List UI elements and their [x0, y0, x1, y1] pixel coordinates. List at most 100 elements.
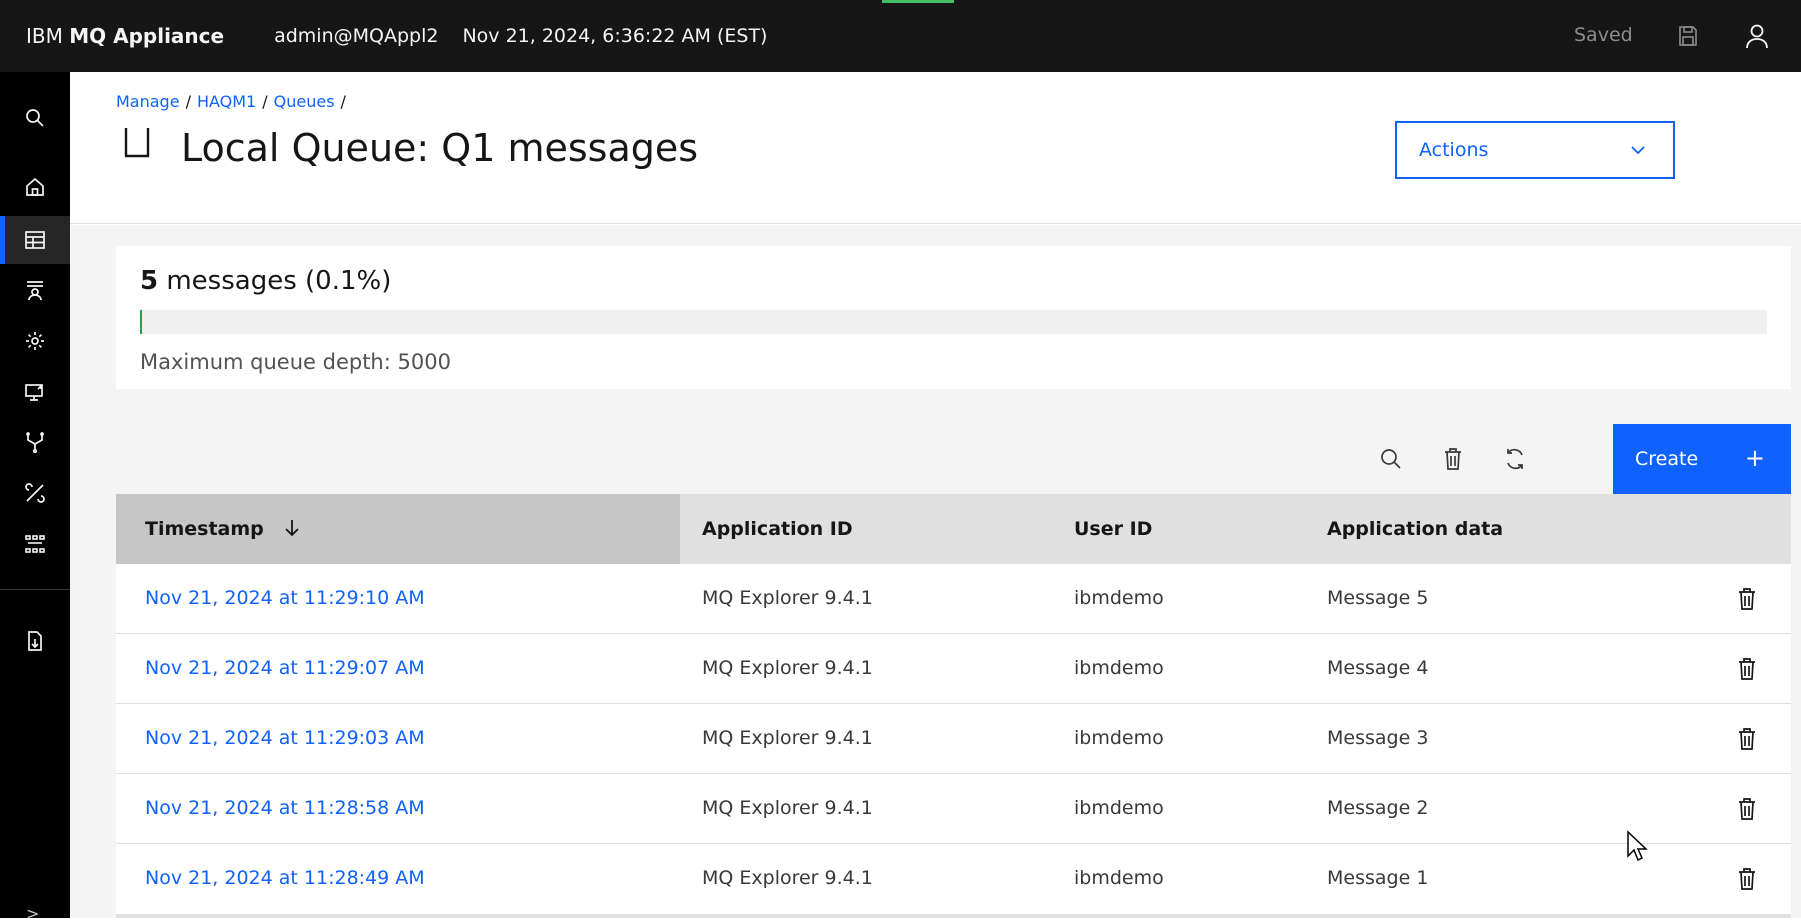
breadcrumb-haqm1[interactable]: HAQM1 — [197, 92, 256, 111]
table-header: Timestamp Application ID User ID Applica… — [116, 494, 1791, 564]
application-id-cell: MQ Explorer 9.4.1 — [702, 657, 873, 679]
user-id-cell: ibmdemo — [1074, 797, 1164, 819]
column-header-application-id[interactable]: Application ID — [702, 518, 853, 540]
dataflow-icon — [25, 535, 45, 553]
delete-message-icon[interactable] — [1735, 796, 1759, 822]
nav-expand-icon[interactable]: > — [26, 904, 39, 923]
application-data-cell: Message 3 — [1327, 727, 1429, 749]
nav-search[interactable] — [0, 94, 70, 142]
horizontal-scrollbar[interactable] — [116, 914, 1791, 918]
brand-prefix: IBM — [26, 24, 70, 48]
arrow-down-icon — [285, 520, 300, 537]
breadcrumb-manage[interactable]: Manage — [116, 92, 180, 111]
top-bar: IBM MQ Appliance admin@MQAppl2 Nov 21, 2… — [0, 0, 1801, 72]
table-row: Nov 21, 2024 at 11:28:49 AM MQ Explorer 9… — [116, 844, 1791, 914]
save-status: Saved — [1574, 24, 1633, 46]
column-header-user-id[interactable]: User ID — [1074, 518, 1152, 540]
appliance-datetime: Nov 21, 2024, 6:36:22 AM (EST) — [462, 25, 768, 47]
breadcrumb-queues[interactable]: Queues — [274, 92, 335, 111]
table-body: Nov 21, 2024 at 11:29:10 AM MQ Explorer 9… — [116, 564, 1791, 914]
application-id-cell: MQ Explorer 9.4.1 — [702, 797, 873, 819]
create-button[interactable]: Create + — [1613, 424, 1791, 494]
user-avatar-icon[interactable] — [1743, 22, 1771, 50]
actions-label: Actions — [1419, 139, 1489, 161]
nav-network[interactable] — [0, 418, 70, 466]
top-accent-bar — [882, 0, 954, 3]
message-count-suffix: messages (0.1%) — [158, 266, 392, 296]
application-id-cell: MQ Explorer 9.4.1 — [702, 867, 873, 889]
breadcrumb-separator: / — [262, 92, 268, 111]
table-row: Nov 21, 2024 at 11:29:10 AM MQ Explorer 9… — [116, 564, 1791, 634]
nav-queue-managers[interactable] — [0, 266, 70, 314]
application-data-cell: Message 4 — [1327, 657, 1429, 679]
page-title: Local Queue: Q1 messages — [181, 126, 699, 170]
nav-manage[interactable] — [0, 216, 70, 264]
application-id-cell: MQ Explorer 9.4.1 — [702, 587, 873, 609]
breadcrumb-separator: / — [185, 92, 191, 111]
user-id-cell: ibmdemo — [1074, 587, 1164, 609]
logged-in-user: admin@MQAppl2 — [274, 25, 439, 47]
timestamp-link[interactable]: Nov 21, 2024 at 11:29:03 AM — [145, 727, 425, 749]
app-brand[interactable]: IBM MQ Appliance — [26, 24, 224, 48]
queue-manager-icon — [27, 281, 43, 301]
column-header-application-data[interactable]: Application data — [1327, 518, 1503, 540]
timestamp-link[interactable]: Nov 21, 2024 at 11:29:10 AM — [145, 587, 425, 609]
delete-message-icon[interactable] — [1735, 586, 1759, 612]
application-data-cell: Message 1 — [1327, 867, 1429, 889]
actions-dropdown[interactable]: Actions — [1395, 121, 1675, 179]
delete-message-icon[interactable] — [1735, 866, 1759, 892]
user-id-cell: ibmdemo — [1074, 657, 1164, 679]
chevron-down-icon — [1631, 146, 1645, 155]
messages-table: Timestamp Application ID User ID Applica… — [116, 494, 1791, 914]
table-toolbar: Create + — [116, 424, 1791, 494]
queue-depth-bar — [140, 310, 1767, 334]
nav-tools[interactable] — [0, 469, 70, 517]
delete-message-icon[interactable] — [1735, 726, 1759, 752]
side-nav: > — [0, 72, 70, 923]
network-icon — [26, 432, 44, 453]
breadcrumb: Manage / HAQM1 / Queues / — [116, 92, 352, 111]
search-icon[interactable] — [1378, 446, 1404, 472]
create-label: Create — [1635, 448, 1699, 470]
message-count: 5 messages (0.1%) — [140, 266, 391, 296]
table-row: Nov 21, 2024 at 11:29:03 AM MQ Explorer 9… — [116, 704, 1791, 774]
timestamp-link[interactable]: Nov 21, 2024 at 11:29:07 AM — [145, 657, 425, 679]
nav-home[interactable] — [0, 163, 70, 211]
application-data-cell: Message 2 — [1327, 797, 1429, 819]
application-id-cell: MQ Explorer 9.4.1 — [702, 727, 873, 749]
search-icon — [26, 109, 44, 127]
column-header-timestamp-label: Timestamp — [145, 518, 264, 540]
nav-settings[interactable] — [0, 317, 70, 365]
table-icon — [25, 231, 45, 249]
table-row: Nov 21, 2024 at 11:29:07 AM MQ Explorer 9… — [116, 634, 1791, 704]
tools-icon — [25, 483, 45, 503]
application-data-cell: Message 5 — [1327, 587, 1429, 609]
brand-name: MQ Appliance — [69, 24, 225, 48]
save-icon[interactable] — [1676, 24, 1700, 48]
timestamp-link[interactable]: Nov 21, 2024 at 11:28:58 AM — [145, 797, 425, 819]
mouse-cursor-icon — [1627, 830, 1648, 862]
nav-divider — [0, 589, 70, 590]
nav-dataflow[interactable] — [0, 520, 70, 568]
breadcrumb-separator: / — [340, 92, 346, 111]
page-header: Manage / HAQM1 / Queues / Local Queue: Q1 mes… — [70, 72, 1801, 224]
nav-monitor[interactable] — [0, 368, 70, 416]
timestamp-link[interactable]: Nov 21, 2024 at 11:28:49 AM — [145, 867, 425, 889]
home-icon — [26, 177, 44, 196]
table-row: Nov 21, 2024 at 11:28:58 AM MQ Explorer 9… — [116, 774, 1791, 844]
plus-icon: + — [1744, 444, 1765, 472]
column-header-timestamp[interactable]: Timestamp — [145, 518, 302, 540]
local-queue-icon — [124, 128, 150, 158]
queue-depth-card: 5 messages (0.1%) Maximum queue depth: 5… — [116, 246, 1791, 389]
nav-export[interactable] — [0, 617, 70, 665]
delete-message-icon[interactable] — [1735, 656, 1759, 682]
message-count-value: 5 — [140, 266, 159, 296]
user-id-cell: ibmdemo — [1074, 727, 1164, 749]
settings-icon — [26, 332, 44, 350]
max-queue-depth: Maximum queue depth: 5000 — [140, 350, 451, 374]
export-icon — [28, 631, 42, 651]
queue-depth-fill — [140, 310, 142, 334]
refresh-icon[interactable] — [1502, 446, 1528, 472]
user-id-cell: ibmdemo — [1074, 867, 1164, 889]
delete-icon[interactable] — [1440, 446, 1466, 472]
